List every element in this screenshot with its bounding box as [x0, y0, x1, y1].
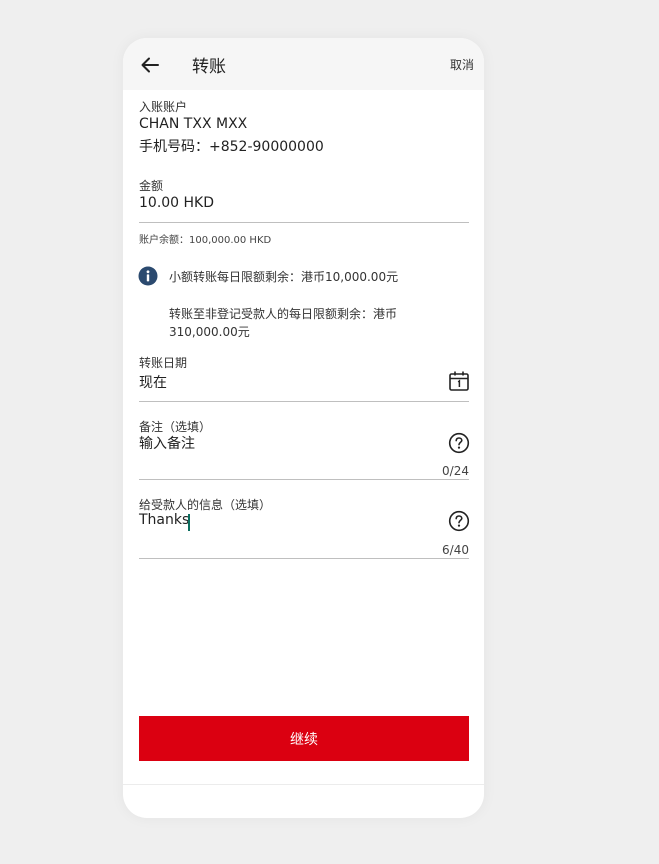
- amount-field[interactable]: 10.00 HKD: [139, 195, 214, 211]
- bottom-divider: [123, 784, 484, 785]
- message-input[interactable]: Thanks: [139, 512, 189, 528]
- arrow-left-icon: [141, 57, 159, 73]
- phone-screen: 转账 取消 入账账户 CHAN TXX MXX 手机号码：+852-900000…: [123, 38, 484, 818]
- question-circle-icon[interactable]: [448, 432, 470, 454]
- remark-counter: 0/24: [442, 464, 469, 478]
- question-circle-icon[interactable]: [448, 510, 470, 532]
- message-label: 给受款人的信息（选填）: [139, 498, 272, 512]
- payee-phone: 手机号码：+852-90000000: [139, 139, 324, 155]
- continue-button[interactable]: 继续: [139, 716, 469, 761]
- payee-name: CHAN TXX MXX: [139, 116, 248, 132]
- unregistered-payee-limit: 转账至非登记受款人的每日限额剩余：港币310,000.00元: [169, 307, 398, 339]
- text-cursor: [188, 514, 190, 531]
- payee-label: 入账账户: [139, 100, 188, 114]
- transfer-date-underline: [139, 401, 469, 402]
- back-button[interactable]: [139, 54, 161, 76]
- account-balance: 账户余额：100,000.00 HKD: [139, 235, 272, 246]
- message-underline: [139, 558, 469, 559]
- remark-label: 备注（选填）: [139, 420, 212, 434]
- info-circle-icon: [138, 266, 158, 286]
- page-title: 转账: [192, 57, 226, 77]
- cancel-button[interactable]: 取消: [450, 56, 474, 73]
- small-transfer-limit: 小额转账每日限额剩余：港币10,000.00元: [169, 270, 399, 284]
- remark-input[interactable]: [139, 434, 439, 454]
- amount-underline: [139, 222, 469, 223]
- top-bar: 转账 取消: [123, 38, 484, 90]
- message-counter: 6/40: [442, 543, 469, 557]
- transfer-date-label: 转账日期: [139, 356, 188, 370]
- calendar-icon[interactable]: [448, 370, 470, 392]
- amount-label: 金额: [139, 179, 164, 193]
- transfer-date-value[interactable]: 现在: [139, 372, 167, 392]
- remark-underline: [139, 479, 469, 480]
